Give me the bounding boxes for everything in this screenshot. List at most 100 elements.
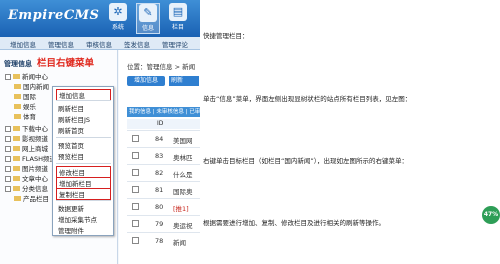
- tree-node-article[interactable]: 文章中心: [5, 173, 48, 183]
- folder-icon: ▤: [169, 3, 187, 21]
- table-row[interactable]: 83 奥林匹: [127, 147, 200, 164]
- row-title[interactable]: 美国网: [173, 135, 193, 145]
- ctx-refresh-home[interactable]: 刷新首页: [58, 125, 84, 135]
- tree-node-label: 产品栏目: [23, 195, 49, 203]
- menu-divider: [56, 163, 111, 164]
- table-row[interactable]: 81 国际奥: [127, 181, 200, 198]
- column-context-menu: 增加信息 刷新栏目 刷新栏目JS 刷新首页 预览首页 预览栏目 修改栏目 增加新…: [52, 86, 114, 236]
- row-checkbox[interactable]: [132, 186, 139, 193]
- ctx-manage-attachments[interactable]: 管理附件: [58, 225, 84, 235]
- row-id: 84: [155, 135, 164, 143]
- refresh-button[interactable]: 刷新: [169, 76, 199, 86]
- tree-node-intl[interactable]: 国际: [14, 91, 36, 101]
- tree-node-products[interactable]: 产品栏目: [14, 193, 49, 203]
- tree-node-ent[interactable]: 娱乐: [14, 101, 36, 111]
- expand-icon[interactable]: [5, 166, 11, 172]
- expand-icon[interactable]: [5, 126, 11, 132]
- cms-screenshot: EmpireCMS ✲ 系统 ✎ 信息 ▤ 栏目 增加信息 管理信息 审核信息 …: [0, 0, 200, 264]
- expand-icon[interactable]: [5, 156, 11, 162]
- tree-node-video[interactable]: 影视频道: [5, 133, 48, 143]
- tree-node-label: 网上商城: [22, 145, 48, 153]
- tree-node-sports[interactable]: 体育: [14, 111, 36, 121]
- row-checkbox[interactable]: [132, 237, 139, 244]
- menu-bar: 增加信息 管理信息 审核信息 签发信息 管理评论: [0, 37, 200, 50]
- row-title[interactable]: [推1]: [173, 203, 189, 213]
- folder-icon: [13, 176, 20, 181]
- info-nav-button[interactable]: ✎ 信息: [136, 3, 160, 34]
- system-nav-button[interactable]: ✲ 系统: [106, 3, 130, 34]
- menu-sign-info[interactable]: 签发信息: [124, 39, 150, 49]
- folder-icon: [13, 74, 20, 79]
- instruction-title: 快捷管理栏目：: [203, 32, 249, 40]
- tree-node-shop[interactable]: 网上商城: [5, 143, 48, 153]
- table-row[interactable]: 79 奥运祝: [127, 215, 200, 232]
- add-info-button[interactable]: 增加信息: [127, 76, 165, 86]
- tree-node-photo[interactable]: 图片频道: [5, 163, 48, 173]
- tree-node-news[interactable]: 新闻中心: [5, 71, 48, 81]
- ctx-preview-home[interactable]: 预览首页: [58, 140, 84, 150]
- row-title[interactable]: 奥运祝: [173, 220, 193, 230]
- tree-node-label: 娱乐: [23, 103, 36, 111]
- row-checkbox[interactable]: [132, 169, 139, 176]
- top-bar: EmpireCMS ✲ 系统 ✎ 信息 ▤ 栏目: [0, 0, 200, 37]
- table-row[interactable]: 82 什么是: [127, 164, 200, 181]
- tree-node-domestic[interactable]: 国内新闻: [14, 81, 49, 91]
- menu-review-info[interactable]: 审核信息: [86, 39, 112, 49]
- tree-node-classified[interactable]: 分类信息: [5, 183, 48, 193]
- tree-node-label: 下载中心: [22, 125, 48, 133]
- tree-title: 管理信息: [4, 60, 32, 68]
- ctx-preview-column[interactable]: 预览栏目: [58, 151, 84, 161]
- folder-icon: [13, 186, 20, 191]
- row-checkbox[interactable]: [132, 152, 139, 159]
- breadcrumb: 位置：管理信息 > 新闻: [127, 63, 196, 71]
- table-row[interactable]: 84 美国网: [127, 130, 200, 147]
- ctx-copy-column[interactable]: 复制栏目: [56, 188, 111, 200]
- expand-icon[interactable]: [5, 186, 11, 192]
- progress-badge: 47%: [482, 206, 500, 224]
- tree-node-label: 文章中心: [22, 175, 48, 183]
- folder-icon: [13, 146, 20, 151]
- folder-icon: [13, 156, 20, 161]
- menu-manage-comments[interactable]: 管理评论: [162, 39, 188, 49]
- logo: EmpireCMS: [8, 8, 100, 23]
- menu-manage-info[interactable]: 管理信息: [48, 39, 74, 49]
- row-id: 80: [155, 203, 164, 211]
- expand-icon[interactable]: [5, 176, 11, 182]
- gear-icon: ✲: [109, 3, 127, 21]
- row-title[interactable]: 什么是: [173, 169, 193, 179]
- table-row[interactable]: 78 新闻: [127, 232, 200, 249]
- folder-icon: [14, 114, 21, 119]
- id-column-header[interactable]: ID: [157, 119, 163, 129]
- expand-icon[interactable]: [5, 136, 11, 142]
- tree-node-flash[interactable]: FLASH频道: [5, 153, 56, 163]
- folder-icon: [13, 166, 20, 171]
- row-checkbox[interactable]: [132, 135, 139, 142]
- row-title[interactable]: 奥林匹: [173, 152, 193, 162]
- instruction-step-3: 根据需要进行增加、复制、修改栏目及进行相关的刷新等操作。: [203, 219, 385, 227]
- folder-icon: [13, 136, 20, 141]
- row-title[interactable]: 新闻: [173, 237, 186, 247]
- expand-icon[interactable]: [5, 146, 11, 152]
- row-id: 79: [155, 220, 164, 228]
- menu-add-info[interactable]: 增加信息: [10, 39, 36, 49]
- row-id: 83: [155, 152, 164, 160]
- row-checkbox[interactable]: [132, 203, 139, 210]
- row-title[interactable]: 国际奥: [173, 186, 193, 196]
- tree-node-download[interactable]: 下载中心: [5, 123, 48, 133]
- ctx-refresh-column[interactable]: 刷新栏目: [58, 103, 84, 113]
- row-id: 78: [155, 237, 164, 245]
- ctx-refresh-column-js[interactable]: 刷新栏目JS: [58, 114, 90, 124]
- row-checkbox[interactable]: [132, 220, 139, 227]
- column-nav-button[interactable]: ▤ 栏目: [166, 3, 190, 34]
- collapse-icon[interactable]: [5, 74, 11, 80]
- tree-node-label: 新闻中心: [22, 73, 48, 81]
- tree-node-label: 图片频道: [22, 165, 48, 173]
- instruction-step-1: 单击“信息”菜单，界面左侧出现显树状栏的站点所有栏目列表，见左图：: [203, 95, 412, 103]
- ctx-data-update[interactable]: 数据更新: [58, 203, 84, 213]
- ctx-add-collect-node[interactable]: 增加采集节点: [58, 214, 97, 224]
- table-header: ID: [127, 119, 200, 129]
- right-click-annotation: 栏目右键菜单: [37, 58, 95, 69]
- menu-divider: [56, 100, 111, 101]
- table-row[interactable]: 80 [推1]: [127, 198, 200, 215]
- table-tabs[interactable]: 我的信息 | 未审核信息 | 已审: [127, 107, 200, 117]
